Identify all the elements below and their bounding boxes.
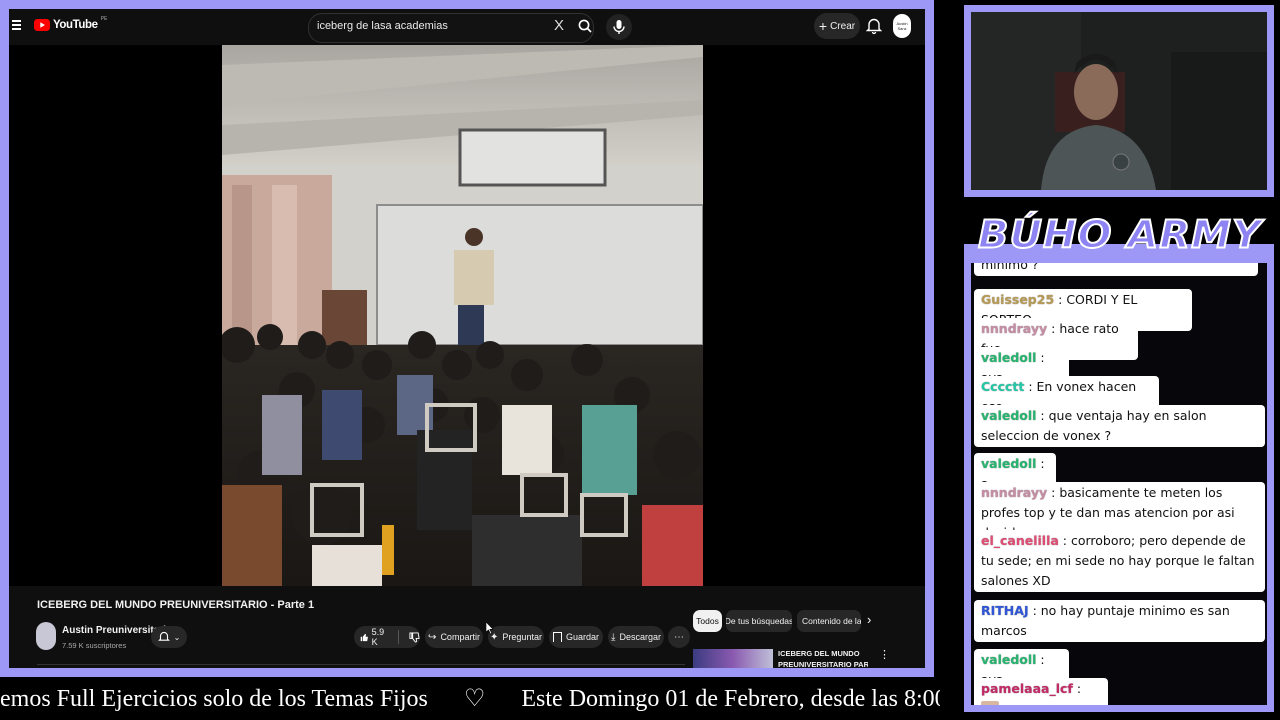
chip-all[interactable]: Todos [693,610,722,632]
youtube-logo-text: YouTube [53,19,98,31]
create-button[interactable]: + Crear [814,13,860,39]
next-video-menu-button[interactable]: ⋮ [879,648,890,661]
download-button[interactable]: ⤓ Descargar [608,626,664,648]
subscriber-count: 7.59 K suscriptores [62,641,127,650]
download-label: Descargar [619,632,661,642]
video-frame[interactable] [222,45,703,586]
chat-message: el_canelilla : corroboro; pero depende d… [974,530,1265,592]
chevron-down-icon: ⌄ [173,632,181,642]
notifications-button[interactable] [866,16,882,36]
youtube-window: YouTube PE iceberg de lasa academias X +… [9,9,925,668]
bell-icon [866,18,882,35]
save-button[interactable]: Guardar [549,626,603,648]
video-title: ICEBERG DEL MUNDO PREUNIVERSITARIO - Par… [37,599,315,611]
share-icon: ↪ [428,631,437,643]
news-ticker: emos Full Ejercicios solo de los Temas F… [0,684,940,720]
ask-label: Preguntar [502,632,542,642]
chip-from-searches-label: De tus búsquedas [726,616,792,626]
chat-username[interactable]: RITHAJ [981,603,1029,618]
region-code: PE [100,16,108,22]
like-divider [398,630,399,644]
voice-search-button[interactable] [606,14,632,40]
like-count: 5.9 K [371,627,385,647]
chip-from-searches[interactable]: De tus búsquedas [726,610,792,632]
bookmark-icon [552,632,562,642]
microphone-icon [613,20,625,34]
chat-username[interactable]: pamelaaa_lcf [981,681,1073,696]
like-dislike-group: 5.9 K [354,626,420,648]
emote-icon [981,701,999,705]
share-button[interactable]: ↪ Compartir [425,626,483,648]
chevron-right-icon: › [867,612,872,627]
chip-channel-content[interactable]: Contenido de la se [797,610,861,632]
chip-channel-content-label: Contenido de la se [802,616,861,626]
menu-icon[interactable] [12,20,21,31]
plus-icon: + [818,18,828,34]
chat-panel: mínimo ? Guissep25 : CORDI Y EL SORTEOnn… [971,263,1267,705]
chat-message: pamelaaa_lcf : [974,678,1108,705]
chat-message: valedoll : que ventaja hay en salon sele… [974,405,1265,447]
classroom-video-image [222,45,703,586]
more-icon: ⋯ [674,631,684,643]
video-player[interactable] [9,45,925,586]
chat-username[interactable]: Cccctt [981,379,1024,394]
chip-all-label: Todos [696,616,719,626]
chat-username[interactable]: valedoll [981,408,1036,423]
next-video-thumbnail[interactable] [693,649,773,668]
chips-next-button[interactable]: › [867,612,871,627]
more-actions-button[interactable]: ⋯ [668,626,690,648]
ask-button[interactable]: ✦ Preguntar [488,626,544,648]
youtube-header: YouTube PE iceberg de lasa academias X +… [9,9,925,45]
create-label: Crear [830,20,856,32]
chat-username[interactable]: valedoll [981,652,1036,667]
chat-partial-text: mínimo ? [981,263,1039,272]
webcam-image [971,12,1267,190]
webcam-feed [971,12,1267,190]
chat-username[interactable]: nnndrayy [981,321,1047,336]
mouse-cursor-icon [486,622,494,634]
account-avatar[interactable]: Austin Sanz [893,14,911,38]
search-input[interactable]: iceberg de lasa academias [317,20,448,32]
next-video-subtitle: PREUNIVERSITARIO PARTE 2 [778,660,868,668]
save-label: Guardar [565,632,600,642]
search-icon [578,19,592,33]
youtube-logo-icon [34,19,50,31]
chat-message: RITHAJ : no hay puntaje minimo es san ma… [974,600,1265,642]
clear-search-button[interactable]: X [554,17,564,34]
bell-icon [157,631,170,641]
thumbs-up-icon [360,633,368,641]
chat-username[interactable]: valedoll [981,456,1036,471]
brand-title: BÚHO ARMY [977,212,1262,258]
youtube-logo[interactable]: YouTube PE [34,16,108,31]
next-video-title[interactable]: ICEBERG DEL MUNDO [778,649,860,658]
thumbs-down-icon [409,631,420,643]
channel-avatar[interactable] [36,622,56,650]
subscription-bell-button[interactable]: ⌄ [151,626,187,648]
chat-partial-message: mínimo ? [974,263,1258,276]
download-icon: ⤓ [611,631,616,643]
chat-username[interactable]: valedoll [981,350,1036,365]
chat-text: : [1072,681,1082,696]
chat-username[interactable]: Guissep25 [981,292,1054,307]
dislike-button[interactable] [409,631,420,643]
vertical-dots-icon: ⋮ [879,649,890,661]
search-button[interactable] [574,14,596,40]
video-divider [37,664,685,665]
share-label: Compartir [440,632,480,642]
search-box[interactable]: iceberg de lasa academias X [308,13,594,43]
chat-username[interactable]: nnndrayy [981,485,1047,500]
ticker-text: emos Full Ejercicios solo de los Temas F… [0,686,940,712]
like-button[interactable]: 5.9 K [360,627,388,647]
chat-username[interactable]: el_canelilla [981,533,1059,548]
account-avatar-label: Austin Sanz [896,21,908,31]
